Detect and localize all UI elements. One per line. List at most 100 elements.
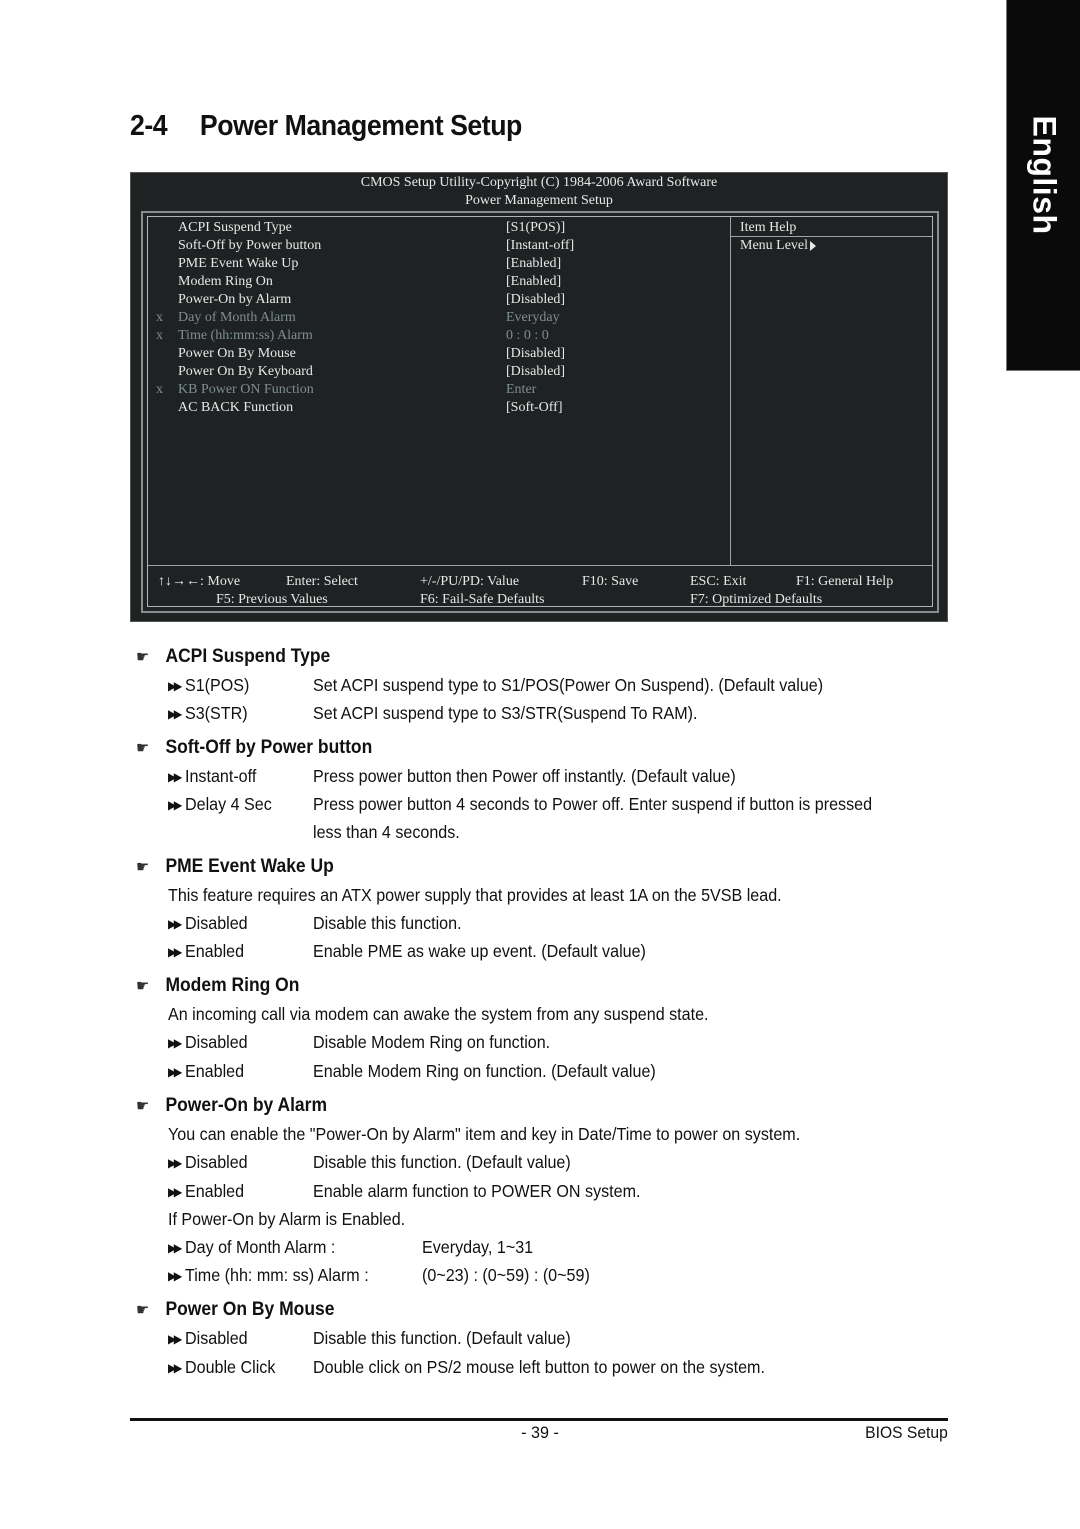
option-description: Disable this function. (Default value)	[313, 1152, 571, 1172]
section-title: Power Management Setup	[199, 110, 522, 142]
key-save: F10: Save	[582, 574, 639, 589]
pointing-hand-icon: ☛	[136, 1098, 150, 1115]
bios-item-value[interactable]: [S1(POS)]	[506, 219, 565, 237]
option-label: S3(STR)	[184, 703, 248, 723]
double-arrow-icon: ▶▶	[168, 917, 182, 931]
section-intro: This feature requires an ATX power suppl…	[168, 885, 782, 905]
option-name: ▶▶ Day of Month Alarm :	[168, 1237, 335, 1258]
bios-item-acpi-suspend-type[interactable]: ACPI Suspend Type [S1(POS)]	[148, 219, 728, 237]
option-name: ▶▶ Enabled	[168, 1061, 244, 1082]
bios-item-label: AC BACK Function	[178, 400, 294, 415]
section-number: 2-4	[130, 110, 168, 142]
section-intro: You can enable the "Power-On by Alarm" i…	[168, 1124, 801, 1144]
pointing-hand-icon: ☛	[136, 1302, 150, 1319]
disabled-marker: x	[156, 382, 163, 397]
bios-item-ac-back-function[interactable]: AC BACK Function [Soft-Off]	[148, 399, 728, 417]
section-heading-text: ACPI Suspend Type	[165, 646, 331, 667]
option-description: Disable Modem Ring on function.	[313, 1032, 551, 1052]
option-name: ▶▶ Disabled	[168, 1152, 248, 1173]
option-label: Enabled	[184, 1061, 245, 1081]
option-name: ▶▶ Enabled	[168, 941, 244, 962]
bios-item-pme-event[interactable]: PME Event Wake Up [Enabled]	[148, 255, 728, 273]
bios-item-time-alarm: x Time (hh:mm:ss) Alarm 0 : 0 : 0	[148, 327, 728, 345]
option-label: Double Click	[184, 1357, 276, 1377]
option-label: Enabled	[184, 941, 245, 961]
double-arrow-icon: ▶▶	[168, 1036, 182, 1050]
section-heading-text: PME Event Wake Up	[165, 856, 334, 877]
bios-item-label: ACPI Suspend Type	[178, 220, 292, 235]
option-name: ▶▶ Instant-off	[168, 766, 256, 787]
bios-item-modem-ring[interactable]: Modem Ring On [Enabled]	[148, 273, 728, 291]
section-intro: An incoming call via modem can awake the…	[168, 1004, 709, 1024]
section-heading-pme: ☛ PME Event Wake Up	[136, 856, 334, 878]
double-arrow-icon: ▶▶	[168, 1332, 182, 1346]
bios-item-label: KB Power ON Function	[178, 382, 314, 397]
conditional-note: If Power-On by Alarm is Enabled.	[168, 1209, 406, 1229]
menu-level-label: Menu Level	[740, 238, 809, 253]
option-label: Disabled	[184, 1032, 248, 1052]
footer-section-name: BIOS Setup	[865, 1423, 948, 1442]
option-name: ▶▶ S1(POS)	[168, 675, 249, 696]
option-description: Disable this function. (Default value)	[313, 1328, 571, 1348]
bios-item-power-on-alarm[interactable]: Power-On by Alarm [Disabled]	[148, 291, 728, 309]
key-general-help: F1: General Help	[796, 574, 894, 589]
option-name: ▶▶ Disabled	[168, 913, 248, 934]
option-description: Double click on PS/2 mouse left button t…	[313, 1357, 765, 1377]
option-label: Time (hh: mm: ss) Alarm :	[184, 1265, 369, 1285]
key-previous-values: F5: Previous Values	[216, 592, 328, 607]
bios-item-soft-off[interactable]: Soft-Off by Power button [Instant-off]	[148, 237, 728, 255]
option-description: Set ACPI suspend type to S3/STR(Suspend …	[313, 703, 698, 723]
section-heading-acpi: ☛ ACPI Suspend Type	[136, 646, 330, 668]
option-name: ▶▶ Disabled	[168, 1328, 248, 1349]
key-optimized-defaults: F7: Optimized Defaults	[690, 592, 823, 607]
key-exit: ESC: Exit	[690, 574, 747, 589]
bios-item-value[interactable]: [Disabled]	[506, 363, 565, 381]
bios-item-value[interactable]: [Disabled]	[506, 345, 565, 363]
double-arrow-icon: ▶▶	[168, 1185, 182, 1199]
option-description: Press power button then Power off instan…	[313, 766, 736, 786]
option-description: (0~23) : (0~59) : (0~59)	[422, 1265, 590, 1285]
bios-item-label: Soft-Off by Power button	[178, 238, 322, 253]
option-label: S1(POS)	[184, 675, 250, 695]
key-fail-safe-defaults: F6: Fail-Safe Defaults	[420, 592, 545, 607]
option-name: ▶▶ Double Click	[168, 1357, 275, 1378]
double-arrow-icon: ▶▶	[168, 707, 182, 721]
divider	[148, 565, 932, 566]
bios-item-value: Enter	[506, 382, 537, 397]
bios-item-power-on-mouse[interactable]: Power On By Mouse [Disabled]	[148, 345, 728, 363]
bios-item-value[interactable]: [Disabled]	[506, 291, 565, 309]
bios-item-power-on-keyboard[interactable]: Power On By Keyboard [Disabled]	[148, 363, 728, 381]
bios-item-label: Power On By Keyboard	[178, 364, 313, 379]
option-description-cont: less than 4 seconds.	[313, 822, 460, 842]
option-label: Day of Month Alarm :	[184, 1237, 336, 1257]
option-label: Disabled	[184, 913, 248, 933]
bios-item-value[interactable]: [Enabled]	[506, 255, 561, 273]
bios-item-value[interactable]: [Soft-Off]	[506, 399, 563, 417]
pointing-hand-icon: ☛	[136, 859, 150, 876]
option-description: Disable this function.	[313, 913, 462, 933]
language-tab-label: English	[1026, 115, 1063, 235]
option-description: Enable PME as wake up event. (Default va…	[313, 941, 646, 961]
section-heading-alarm: ☛ Power-On by Alarm	[136, 1095, 327, 1117]
double-arrow-icon: ▶▶	[168, 798, 182, 812]
pointing-hand-icon: ☛	[136, 740, 150, 757]
bios-item-value[interactable]: [Enabled]	[506, 273, 561, 291]
pointing-hand-icon: ☛	[136, 978, 150, 995]
disabled-marker: x	[156, 328, 163, 343]
double-arrow-icon: ▶▶	[168, 945, 182, 959]
disabled-marker: x	[156, 310, 163, 325]
double-arrow-icon: ▶▶	[168, 770, 182, 784]
bios-item-label: Power-On by Alarm	[178, 292, 292, 307]
page-title: 2-4 Power Management Setup	[130, 110, 522, 143]
option-label: Delay 4 Sec	[184, 794, 272, 814]
item-help-title: Item Help	[740, 220, 797, 235]
section-heading-text: Power-On by Alarm	[165, 1095, 328, 1116]
section-heading-soft-off: ☛ Soft-Off by Power button	[136, 737, 372, 759]
section-heading-text: Power On By Mouse	[165, 1299, 335, 1320]
option-label: Instant-off	[184, 766, 257, 786]
bios-item-label: Day of Month Alarm	[178, 310, 296, 325]
option-label: Enabled	[184, 1181, 245, 1201]
bios-item-value[interactable]: [Instant-off]	[506, 237, 574, 255]
item-help-panel: Item Help Menu Level	[740, 219, 817, 255]
bios-item-label: Power On By Mouse	[178, 346, 296, 361]
